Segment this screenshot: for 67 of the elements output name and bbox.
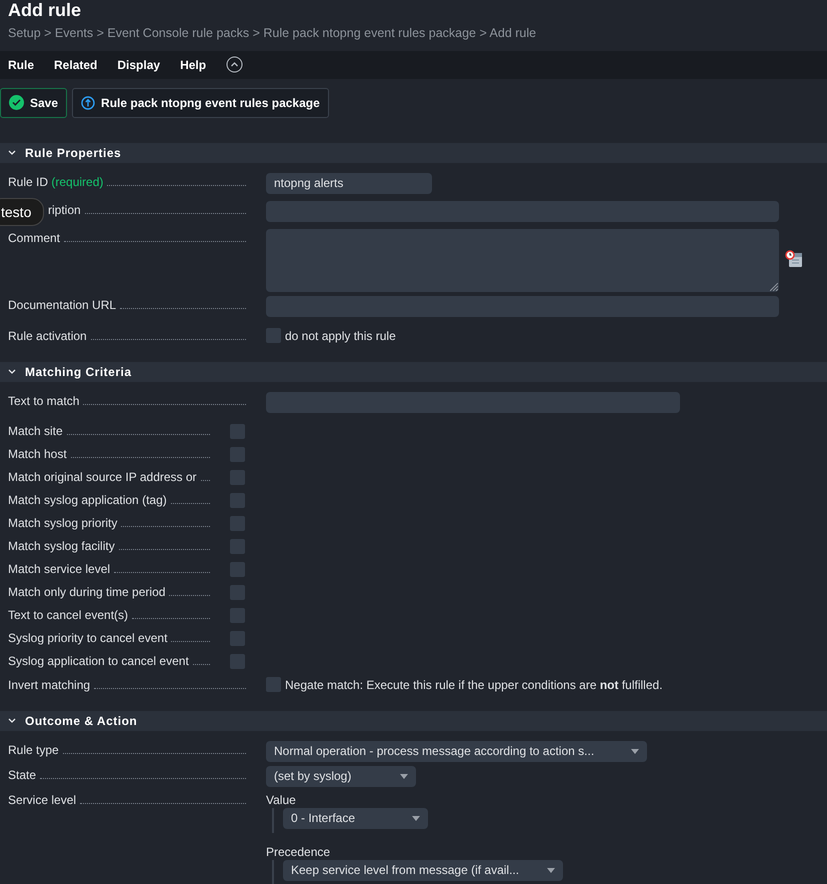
menu-item[interactable]: Display (117, 56, 160, 74)
sub-label: Precedence (266, 844, 332, 860)
section-header[interactable]: Rule Properties (0, 142, 827, 163)
checkbox[interactable] (230, 562, 245, 577)
field-label: Rule activation (8, 328, 87, 345)
checkbox[interactable] (230, 608, 245, 623)
page-title: Add rule (8, 0, 82, 20)
checkbox[interactable] (230, 492, 245, 508)
caret-icon (412, 816, 420, 821)
field-label: Match syslog facility (8, 538, 115, 556)
field-label: Match host (8, 446, 67, 464)
resize-grip-icon[interactable] (770, 282, 778, 291)
caret-icon (400, 774, 408, 779)
checkbox[interactable] (230, 516, 245, 531)
checkbox[interactable] (266, 328, 281, 344)
arrow-up-icon (81, 96, 96, 110)
dropdown[interactable]: (set by syslog) (266, 766, 416, 787)
field-label: Text to match (8, 392, 80, 410)
save-button[interactable]: Save (0, 88, 68, 118)
calendar-clock-icon[interactable] (785, 250, 803, 268)
checkbox-label: Negate match: Execute this rule if the upper conditions are not fulfilled. (285, 676, 663, 694)
tooltip: testo (0, 198, 44, 226)
field-label: Match site (8, 423, 63, 440)
field-label: Match only during time period (8, 584, 166, 602)
field-label: Comment (8, 230, 60, 247)
checkbox[interactable] (230, 538, 245, 554)
field-label: State (8, 766, 36, 784)
menu-item[interactable]: Rule (8, 56, 34, 74)
field-label: Rule ID (required) (8, 174, 104, 191)
checkbox[interactable] (230, 424, 245, 439)
checkbox-label: do not apply this rule (285, 328, 396, 345)
section-header[interactable]: Matching Criteria (0, 362, 827, 382)
checkbox[interactable] (230, 470, 245, 485)
checkbox[interactable] (230, 630, 245, 646)
field-label: Text to cancel event(s) (8, 607, 128, 624)
text-field[interactable] (266, 296, 779, 317)
checkbox[interactable] (230, 446, 245, 462)
caret-icon (631, 748, 639, 754)
text-field[interactable] (266, 392, 680, 413)
sub-label: Value (266, 792, 297, 808)
field-label: Service level (8, 792, 76, 809)
checkbox[interactable] (230, 584, 245, 600)
menu-item[interactable]: Related (54, 56, 98, 74)
check-icon (9, 95, 24, 110)
field-label: Match syslog application (tag) (8, 492, 167, 510)
back-button[interactable]: Rule pack ntopng event rules package (72, 88, 329, 118)
checkbox[interactable] (266, 677, 281, 692)
field-label: Documentation URL (8, 296, 116, 314)
field-label: Match syslog priority (8, 515, 118, 532)
field-label: Syslog priority to cancel event (8, 630, 168, 648)
menu-item[interactable]: Help (180, 56, 206, 74)
dropdown[interactable]: 0 - Interface (283, 808, 428, 829)
field-label: ription (48, 202, 81, 219)
field-label: Match original source IP address or (8, 469, 197, 486)
text-field[interactable]: ntopng alerts (266, 172, 432, 194)
caret-icon (547, 868, 555, 873)
field-label: Match service level (8, 561, 110, 578)
field-label: Rule type (8, 742, 59, 759)
collapse-icon[interactable] (226, 56, 244, 74)
dropdown[interactable]: Keep service level from message (if avail... (283, 860, 563, 881)
field-label: Invert matching (8, 676, 90, 694)
field-label: Syslog application to cancel event (8, 653, 189, 670)
text-field[interactable] (266, 200, 779, 222)
section-header[interactable]: Outcome & Action (0, 710, 827, 731)
checkbox[interactable] (230, 654, 245, 669)
dropdown[interactable]: Normal operation - process message according to action s... (266, 740, 647, 762)
breadcrumb: Setup > Events > Event Console rule packs > Rule pack ntopng event rules package > Add rule (8, 25, 538, 42)
